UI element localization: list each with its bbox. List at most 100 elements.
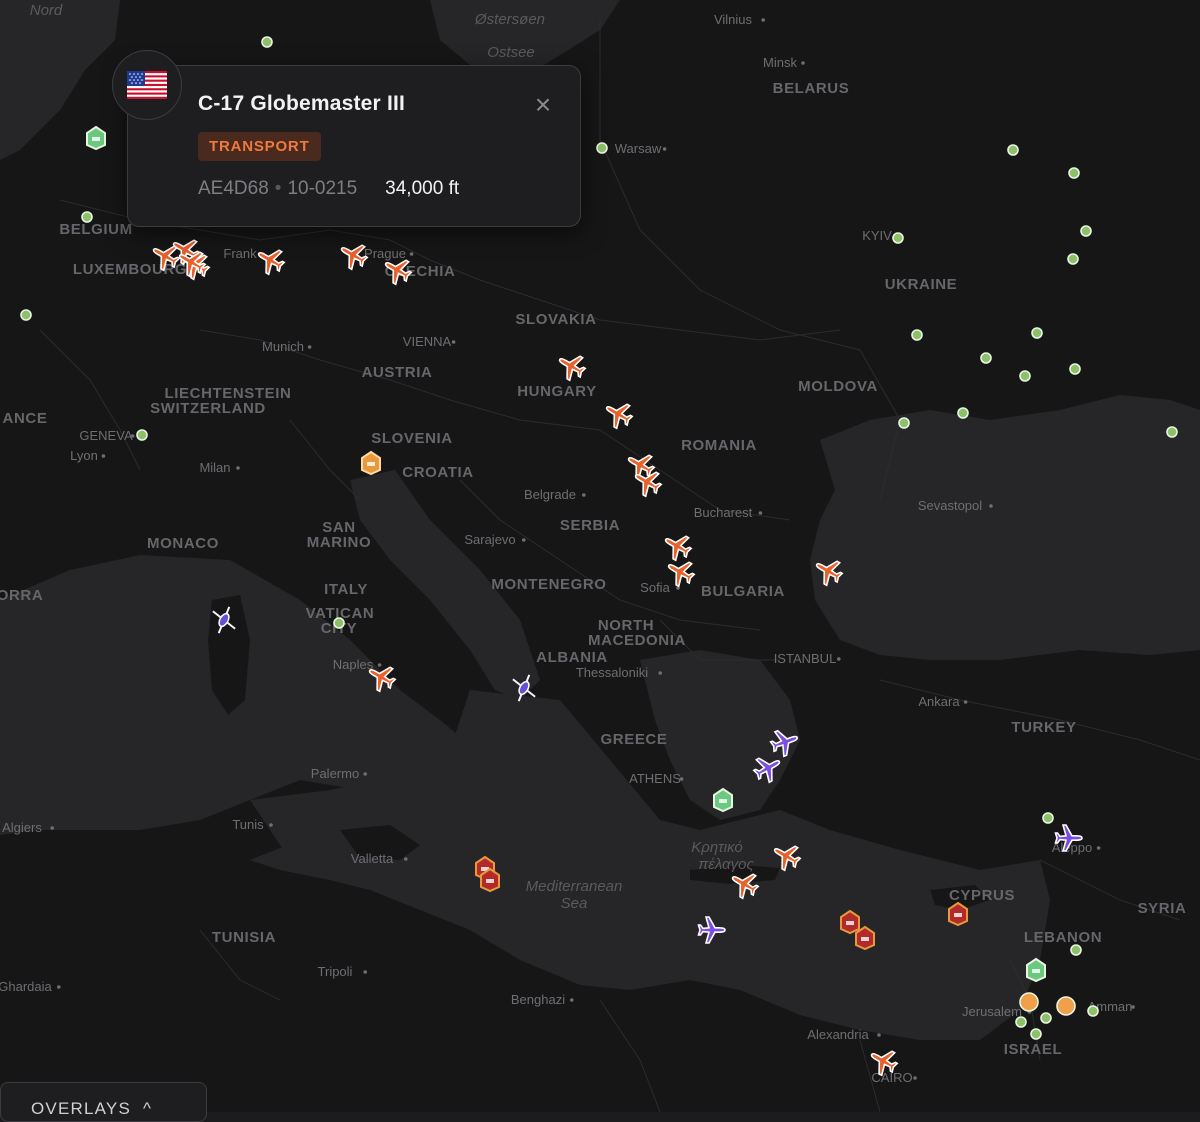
sensor-dot[interactable] [1166, 426, 1178, 438]
country-label: BELGIUM [59, 221, 132, 238]
ship-window [861, 937, 869, 941]
sensor-dot[interactable] [1080, 225, 1092, 237]
sensor-dot[interactable] [980, 352, 992, 364]
city-label: ISTANBUL [774, 651, 837, 666]
country-label: SYRIA [1138, 900, 1187, 917]
sea-label: Ostsee [487, 44, 535, 61]
city-label: ATHENS [629, 771, 681, 786]
sensor-dot[interactable] [333, 617, 345, 629]
ship-window [92, 137, 100, 141]
ship-window [846, 921, 854, 925]
vessel-marker[interactable] [480, 867, 500, 893]
city-label: Ghardaia [0, 979, 53, 994]
country-label: GREECE [601, 731, 668, 748]
aircraft-info-popup: C-17 Globemaster III × TRANSPORT AE4D68 •… [127, 65, 581, 227]
country-label: LEBANON [1024, 929, 1102, 946]
sensor-dot[interactable] [1056, 996, 1076, 1016]
vessel-marker[interactable] [713, 787, 733, 813]
city-dot [451, 340, 456, 344]
sensor-dot[interactable] [81, 211, 93, 223]
city-label: Sevastopol [918, 498, 982, 513]
sensor-dot[interactable] [957, 407, 969, 419]
ship-window [486, 879, 494, 883]
city-label: Warsaw [615, 141, 662, 156]
sensor-dot[interactable] [261, 36, 273, 48]
sensor-dot[interactable] [1015, 1016, 1027, 1028]
country-label: MOLDOVA [798, 378, 878, 395]
sea-label: Κρητικό [691, 839, 743, 856]
vessel-marker[interactable] [948, 901, 968, 927]
sensor-dot[interactable] [596, 142, 608, 154]
city-dot [658, 671, 662, 675]
sensor-dot[interactable] [1042, 812, 1054, 824]
overlays-button[interactable]: OVERLAYS ^ [0, 1082, 207, 1122]
city-dot [963, 700, 968, 704]
city-label: Alexandria [807, 1027, 869, 1042]
vessel-marker[interactable] [361, 450, 381, 476]
city-dot [913, 1076, 917, 1080]
sensor-dot[interactable] [911, 329, 923, 341]
city-dot [130, 434, 135, 438]
country-label: MACEDONIA [588, 632, 686, 649]
city-dot [1131, 1005, 1135, 1009]
sensor-dot[interactable] [1067, 253, 1079, 265]
vessel-marker[interactable] [1026, 957, 1046, 983]
country-label: CYPRUS [949, 887, 1015, 904]
sensor-dot[interactable] [20, 309, 32, 321]
sea-label: πέλαγος [698, 856, 754, 873]
city-dot [404, 857, 408, 861]
city-dot [236, 466, 240, 470]
sensor-dot[interactable] [1087, 1005, 1099, 1017]
sea-label: Mediterranean [526, 878, 623, 895]
city-label: Palermo [311, 766, 359, 781]
city-label: Prague [364, 246, 406, 261]
close-icon[interactable]: × [532, 91, 554, 119]
city-dot [801, 61, 805, 65]
ship-window [367, 462, 375, 466]
sea-label: Østersøen [474, 11, 545, 28]
city-dot [877, 1033, 881, 1037]
sensor-dot[interactable] [136, 429, 148, 441]
sensor-dot[interactable] [1070, 944, 1082, 956]
sensor-dot[interactable] [1019, 992, 1039, 1012]
vessel-marker[interactable] [86, 125, 106, 151]
city-label: VIENNA [403, 334, 452, 349]
vessel-marker[interactable] [840, 909, 860, 935]
overlays-label: OVERLAYS [31, 1099, 131, 1118]
city-label: Tripoli [318, 964, 353, 979]
sensor-dot[interactable] [1069, 363, 1081, 375]
city-dot [582, 493, 586, 497]
sensor-dot[interactable] [1019, 370, 1031, 382]
city-label: Lyon [70, 448, 98, 463]
sensor-dot[interactable] [892, 232, 904, 244]
city-dot [679, 777, 684, 781]
country-label: ANCE [3, 410, 48, 427]
city-label: Ankara [918, 694, 960, 709]
country-label: BULGARIA [701, 583, 785, 600]
city-dot [662, 147, 667, 151]
city-label: Milan [199, 460, 230, 475]
vessel-marker[interactable] [855, 925, 875, 951]
city-label: Frank [223, 246, 257, 261]
sensor-dot[interactable] [1068, 167, 1080, 179]
city-label: GENEVA [79, 428, 133, 443]
ship-window [954, 913, 962, 917]
sensor-dot[interactable] [1007, 144, 1019, 156]
country-label: SWITZERLAND [150, 400, 266, 417]
city-dot [570, 998, 574, 1002]
city-label: Algiers [2, 820, 42, 835]
altitude: 34,000 ft [385, 178, 460, 199]
city-dot [363, 772, 368, 776]
city-label: Benghazi [511, 992, 565, 1007]
country-label: ITALY [324, 581, 368, 598]
city-dot [758, 511, 763, 515]
sensor-dot[interactable] [1031, 327, 1043, 339]
ship-window [719, 799, 727, 803]
city-dot [57, 985, 61, 989]
sea-label: Sea [561, 895, 588, 912]
city-label: Tunis [232, 817, 264, 832]
sensor-dot[interactable] [898, 417, 910, 429]
sensor-dot[interactable] [1030, 1028, 1042, 1040]
sensor-dot[interactable] [1040, 1012, 1052, 1024]
country-label: MARINO [307, 534, 371, 551]
